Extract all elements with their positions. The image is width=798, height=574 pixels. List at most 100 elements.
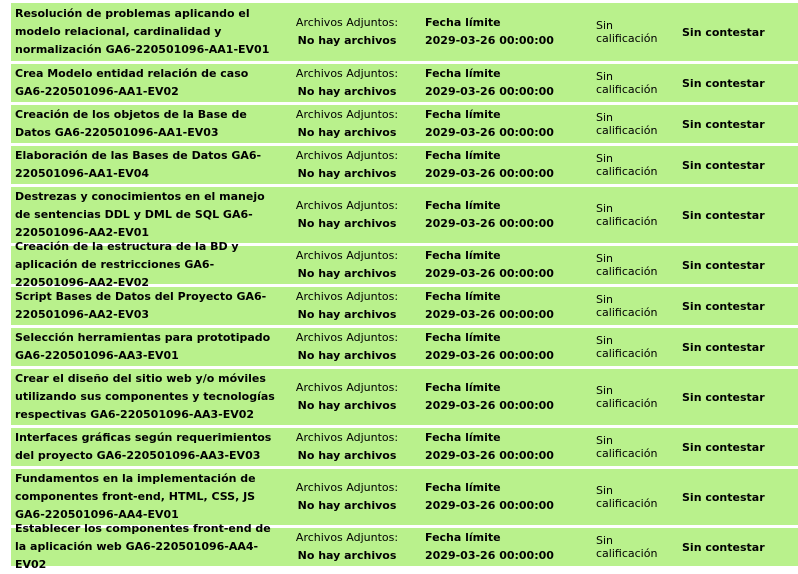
assignment-title-text[interactable]: Resolución de problemas aplicando el mod… (15, 5, 277, 59)
attachments-cell: Archivos Adjuntos: No hay archivos (293, 64, 401, 102)
deadline-label: Fecha límite (425, 331, 501, 344)
deadline-label: Fecha límite (425, 108, 501, 121)
assignment-title-text[interactable]: Creación de los objetos de la Base de Da… (15, 106, 277, 142)
attachments-value: No hay archivos (297, 34, 397, 47)
assignment-title-text[interactable]: Crear el diseño del sitio web y/o móvile… (15, 370, 277, 424)
answer-status: Sin contestar (682, 187, 782, 243)
table-row: Crea Modelo entidad relación de caso GA6… (11, 64, 798, 105)
grade-status: Sin calificación (596, 246, 674, 284)
attachments-value: No hay archivos (297, 308, 397, 321)
grade-text: Sin calificación (596, 202, 658, 228)
grade-status: Sin calificación (596, 369, 674, 425)
assignments-table: Resolución de problemas aplicando el mod… (11, 3, 798, 571)
attachments-label: Archivos Adjuntos: (295, 16, 399, 29)
assignment-title[interactable]: Crear el diseño del sitio web y/o móvile… (15, 369, 277, 425)
status-text: Sin contestar (682, 299, 765, 313)
deadline-label: Fecha límite (425, 481, 501, 494)
assignment-title[interactable]: Script Bases de Datos del Proyecto GA6-2… (15, 287, 277, 325)
deadline-value: 2029-03-26 00:00:00 (425, 308, 554, 321)
deadline-value: 2029-03-26 00:00:00 (425, 399, 554, 412)
assignment-title-text[interactable]: Elaboración de las Bases de Datos GA6-22… (15, 147, 277, 183)
assignment-title[interactable]: Creación de la estructura de la BD y apl… (15, 240, 277, 289)
deadline-value: 2029-03-26 00:00:00 (425, 499, 554, 512)
answer-status: Sin contestar (682, 469, 782, 525)
deadline-value: 2029-03-26 00:00:00 (425, 449, 554, 462)
status-text: Sin contestar (682, 158, 765, 172)
deadline-value: 2029-03-26 00:00:00 (425, 126, 554, 139)
assignment-title[interactable]: Selección herramientas para prototipado … (15, 328, 277, 366)
attachments-cell: Archivos Adjuntos: No hay archivos (293, 105, 401, 143)
attachments-label: Archivos Adjuntos: (295, 481, 399, 494)
attachments-value: No hay archivos (297, 349, 397, 362)
deadline-cell: Fecha límite 2029-03-26 00:00:00 (425, 287, 555, 325)
assignment-title-text[interactable]: Destrezas y conocimientos en el manejo d… (15, 188, 277, 242)
attachments-value: No hay archivos (297, 449, 397, 462)
deadline-cell: Fecha límite 2029-03-26 00:00:00 (425, 64, 555, 102)
assignment-title-text[interactable]: Crea Modelo entidad relación de caso GA6… (15, 65, 277, 101)
table-row: Establecer los componentes front-end de … (11, 522, 798, 571)
grade-status: Sin calificación (596, 528, 674, 566)
grade-text: Sin calificación (596, 152, 658, 178)
status-text: Sin contestar (682, 340, 765, 354)
grade-status: Sin calificación (596, 428, 674, 466)
deadline-label: Fecha límite (425, 290, 501, 303)
attachments-value: No hay archivos (297, 126, 397, 139)
status-text: Sin contestar (682, 76, 765, 90)
assignment-title[interactable]: Interfaces gráficas según requerimientos… (15, 428, 277, 466)
grade-status: Sin calificación (596, 187, 674, 243)
grade-text: Sin calificación (596, 434, 658, 460)
assignment-title-text[interactable]: Selección herramientas para prototipado … (15, 329, 277, 365)
assignment-title-text[interactable]: Creación de la estructura de la BD y apl… (15, 238, 277, 292)
answer-status: Sin contestar (682, 428, 782, 466)
attachments-value: No hay archivos (297, 399, 397, 412)
assignment-title[interactable]: Elaboración de las Bases de Datos GA6-22… (15, 146, 277, 184)
assignment-title-text[interactable]: Script Bases de Datos del Proyecto GA6-2… (15, 288, 277, 324)
assignment-title[interactable]: Establecer los componentes front-end de … (15, 522, 277, 571)
deadline-label: Fecha límite (425, 381, 501, 394)
assignment-title-text[interactable]: Interfaces gráficas según requerimientos… (15, 429, 277, 465)
deadline-label: Fecha límite (425, 16, 501, 29)
grade-text: Sin calificación (596, 70, 658, 96)
grade-status: Sin calificación (596, 64, 674, 102)
grade-status: Sin calificación (596, 146, 674, 184)
deadline-cell: Fecha límite 2029-03-26 00:00:00 (425, 528, 555, 566)
grade-text: Sin calificación (596, 252, 658, 278)
attachments-cell: Archivos Adjuntos: No hay archivos (293, 428, 401, 466)
table-row: Crear el diseño del sitio web y/o móvile… (11, 369, 798, 428)
grade-status: Sin calificación (596, 287, 674, 325)
deadline-cell: Fecha límite 2029-03-26 00:00:00 (425, 146, 555, 184)
deadline-value: 2029-03-26 00:00:00 (425, 217, 554, 230)
assignment-title-text[interactable]: Establecer los componentes front-end de … (15, 520, 277, 574)
assignment-title[interactable]: Crea Modelo entidad relación de caso GA6… (15, 64, 277, 102)
status-text: Sin contestar (682, 490, 765, 504)
answer-status: Sin contestar (682, 369, 782, 425)
deadline-cell: Fecha límite 2029-03-26 00:00:00 (425, 246, 555, 284)
answer-status: Sin contestar (682, 246, 782, 284)
status-text: Sin contestar (682, 117, 765, 131)
deadline-label: Fecha límite (425, 199, 501, 212)
deadline-label: Fecha límite (425, 431, 501, 444)
answer-status: Sin contestar (682, 328, 782, 366)
attachments-value: No hay archivos (297, 217, 397, 230)
grade-text: Sin calificación (596, 384, 658, 410)
grade-status: Sin calificación (596, 105, 674, 143)
deadline-cell: Fecha límite 2029-03-26 00:00:00 (425, 328, 555, 366)
assignment-title-text[interactable]: Fundamentos en la implementación de comp… (15, 470, 277, 524)
assignment-title[interactable]: Creación de los objetos de la Base de Da… (15, 105, 277, 143)
attachments-label: Archivos Adjuntos: (295, 531, 399, 544)
assignment-title[interactable]: Destrezas y conocimientos en el manejo d… (15, 187, 277, 243)
grade-text: Sin calificación (596, 111, 658, 137)
table-row: Interfaces gráficas según requerimientos… (11, 428, 798, 469)
status-text: Sin contestar (682, 440, 765, 454)
deadline-cell: Fecha límite 2029-03-26 00:00:00 (425, 187, 555, 243)
assignment-title[interactable]: Fundamentos en la implementación de comp… (15, 469, 277, 525)
deadline-cell: Fecha límite 2029-03-26 00:00:00 (425, 3, 555, 61)
status-text: Sin contestar (682, 258, 765, 272)
answer-status: Sin contestar (682, 64, 782, 102)
answer-status: Sin contestar (682, 105, 782, 143)
grade-text: Sin calificación (596, 293, 658, 319)
assignment-title[interactable]: Resolución de problemas aplicando el mod… (15, 3, 277, 61)
deadline-label: Fecha límite (425, 249, 501, 262)
grade-text: Sin calificación (596, 19, 658, 45)
attachments-label: Archivos Adjuntos: (295, 331, 399, 344)
